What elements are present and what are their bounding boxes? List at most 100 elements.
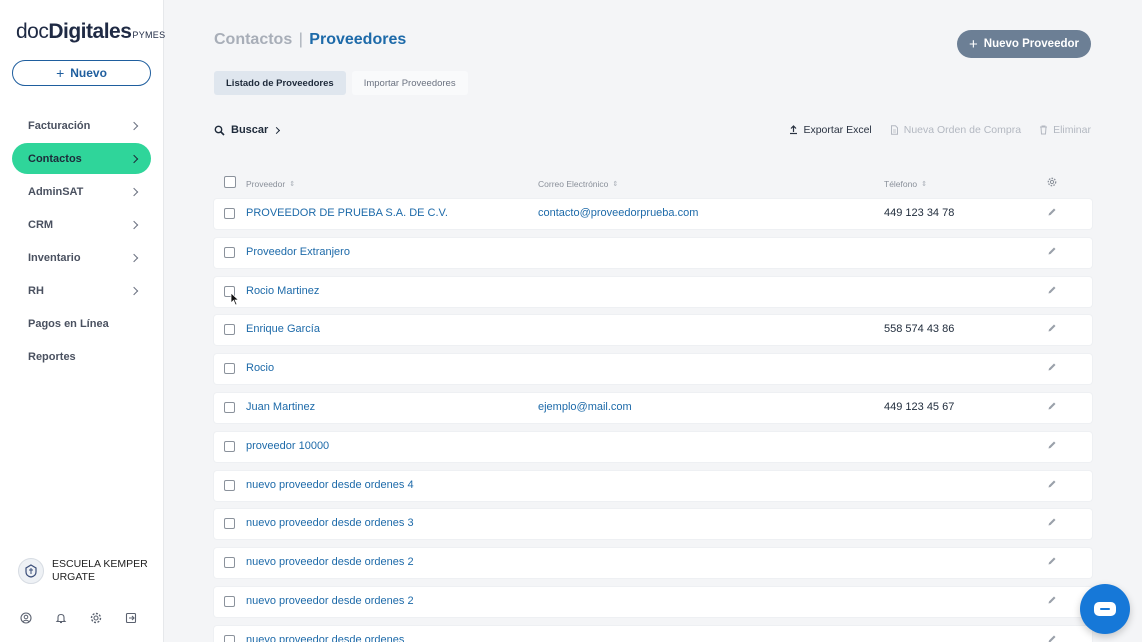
delete-button[interactable]: Eliminar (1039, 124, 1091, 136)
tab-importar-proveedores[interactable]: Importar Proveedores (351, 71, 468, 95)
sidebar-item-label: AdminSAT (28, 185, 84, 198)
school-crest-icon (25, 564, 37, 578)
supplier-name-link[interactable]: Proveedor Extranjero (246, 246, 350, 258)
supplier-name-link[interactable]: Enrique García (246, 323, 320, 335)
sidebar-nav: Facturación Contactos AdminSAT CRM Inven… (12, 110, 151, 374)
table-row[interactable]: Proveedor Extranjero (214, 237, 1092, 268)
select-all-checkbox[interactable] (224, 176, 236, 188)
supplier-phone: 449 123 34 78 (884, 207, 955, 219)
sidebar: docDigitalesPYMES + Nuevo Facturación Co… (0, 0, 165, 642)
table-row[interactable]: nuevo proveedor desde ordenes 4 (214, 470, 1092, 501)
logo-text-digitales: Digitales (48, 20, 132, 43)
column-header-label: Correo Electrónico (538, 179, 609, 189)
supplier-email-link[interactable]: ejemplo@mail.com (538, 401, 632, 413)
table-row[interactable]: proveedor 10000 (214, 431, 1092, 462)
chevron-right-icon (129, 220, 139, 229)
column-header-proveedor[interactable]: Proveedor ⇕ (246, 179, 295, 189)
sidebar-item-pagos-en-linea[interactable]: Pagos en Línea (12, 308, 151, 339)
row-checkbox[interactable] (224, 440, 235, 452)
supplier-name-link[interactable]: nuevo proveedor desde ordenes 3 (246, 517, 414, 529)
supplier-name-link[interactable]: Rocio Martinez (246, 285, 319, 297)
table-row[interactable]: nuevo proveedor desde ordenes 3 (214, 509, 1092, 540)
row-checkbox[interactable] (224, 324, 235, 336)
new-button[interactable]: + Nuevo (12, 60, 151, 86)
row-checkbox[interactable] (224, 363, 235, 375)
row-checkbox[interactable] (224, 208, 235, 219)
table-row[interactable]: nuevo proveedor desde ordenes (214, 625, 1092, 642)
sidebar-item-label: CRM (28, 218, 54, 231)
chevron-right-icon (129, 154, 139, 163)
row-checkbox[interactable] (224, 401, 235, 413)
export-excel-label: Exportar Excel (803, 124, 872, 136)
breadcrumb-parent[interactable]: Contactos (214, 31, 292, 48)
gear-icon[interactable] (90, 612, 102, 624)
chat-widget-button[interactable] (1080, 584, 1130, 634)
supplier-phone: 558 574 43 86 (884, 323, 955, 336)
pencil-icon[interactable] (1047, 323, 1057, 333)
new-supplier-button-label: Nuevo Proveedor (983, 38, 1079, 50)
sidebar-item-inventario[interactable]: Inventario (12, 242, 151, 273)
search-toggle[interactable]: Buscar (214, 124, 281, 136)
table-row[interactable]: Rocio (214, 354, 1092, 385)
new-supplier-button[interactable]: + Nuevo Proveedor (957, 30, 1091, 58)
new-purchase-order-label: Nueva Orden de Compra (903, 124, 1022, 136)
sidebar-item-label: Reportes (28, 350, 76, 363)
column-header-telefono[interactable]: Télefono ⇕ (884, 179, 927, 189)
logo[interactable]: docDigitalesPYMES (16, 20, 165, 44)
chat-icon (1094, 602, 1116, 616)
export-excel-button[interactable]: Exportar Excel (789, 124, 872, 136)
column-header-label: Télefono (884, 179, 918, 189)
supplier-name-link[interactable]: nuevo proveedor desde ordenes 2 (246, 556, 414, 568)
new-purchase-order-button[interactable]: Nueva Orden de Compra (890, 124, 1021, 136)
pencil-icon[interactable] (1047, 285, 1057, 295)
sidebar-item-facturacion[interactable]: Facturación (12, 110, 151, 141)
page-title: Proveedores (309, 31, 407, 48)
pencil-icon[interactable] (1047, 634, 1057, 642)
supplier-email-link[interactable]: contacto@proveedorprueba.com (538, 207, 698, 219)
table-row[interactable]: Rocio Martinez (214, 276, 1092, 307)
pencil-icon[interactable] (1047, 362, 1057, 372)
organization-switcher[interactable]: ESCUELA KEMPER URGATE (18, 558, 152, 584)
sidebar-item-crm[interactable]: CRM (12, 209, 151, 240)
row-checkbox[interactable] (224, 246, 235, 258)
column-settings[interactable] (1047, 177, 1057, 187)
row-checkbox[interactable] (224, 557, 235, 569)
bell-icon[interactable] (55, 612, 67, 624)
sidebar-item-contactos[interactable]: Contactos (12, 143, 151, 174)
supplier-name-link[interactable]: nuevo proveedor desde ordenes (246, 634, 404, 642)
row-checkbox[interactable] (224, 595, 235, 607)
table-row[interactable]: PROVEEDOR DE PRUEBA S.A. DE C.V. contact… (214, 199, 1092, 229)
logout-icon[interactable] (125, 612, 137, 624)
table-row[interactable]: Enrique García 558 574 43 86 (214, 315, 1092, 346)
table-row[interactable]: nuevo proveedor desde ordenes 2 (214, 548, 1092, 579)
supplier-name-link[interactable]: proveedor 10000 (246, 440, 329, 452)
supplier-name-link[interactable]: nuevo proveedor desde ordenes 4 (246, 479, 414, 491)
table-row[interactable]: nuevo proveedor desde ordenes 2 (214, 586, 1092, 617)
row-checkbox[interactable] (224, 518, 235, 530)
pencil-icon[interactable] (1047, 595, 1057, 605)
table-row[interactable]: Juan Martinez ejemplo@mail.com 449 123 4… (214, 392, 1092, 423)
supplier-name-link[interactable]: PROVEEDOR DE PRUEBA S.A. DE C.V. (246, 207, 448, 219)
supplier-name-link[interactable]: Rocio (246, 362, 274, 374)
sidebar-item-rh[interactable]: RH (12, 275, 151, 306)
search-icon (214, 125, 225, 136)
pencil-icon[interactable] (1047, 517, 1057, 527)
upload-icon (790, 125, 798, 135)
sidebar-item-adminsat[interactable]: AdminSAT (12, 176, 151, 207)
sidebar-item-reportes[interactable]: Reportes (12, 341, 151, 372)
pencil-icon[interactable] (1047, 556, 1057, 566)
supplier-name-link[interactable]: Juan Martinez (246, 401, 315, 413)
user-circle-icon[interactable] (20, 612, 32, 624)
tab-listado-de-proveedores[interactable]: Listado de Proveedores (214, 71, 346, 95)
supplier-name-link[interactable]: nuevo proveedor desde ordenes 2 (246, 595, 414, 607)
pencil-icon[interactable] (1047, 479, 1057, 489)
pencil-icon[interactable] (1047, 207, 1057, 217)
sidebar-bottom-icons (20, 612, 137, 624)
row-checkbox[interactable] (224, 634, 235, 642)
column-header-correo[interactable]: Correo Electrónico ⇕ (538, 179, 618, 189)
pencil-icon[interactable] (1047, 440, 1057, 450)
row-checkbox[interactable] (224, 479, 235, 491)
pencil-icon[interactable] (1047, 401, 1057, 411)
column-header-label: Proveedor (246, 179, 286, 189)
pencil-icon[interactable] (1047, 246, 1057, 256)
